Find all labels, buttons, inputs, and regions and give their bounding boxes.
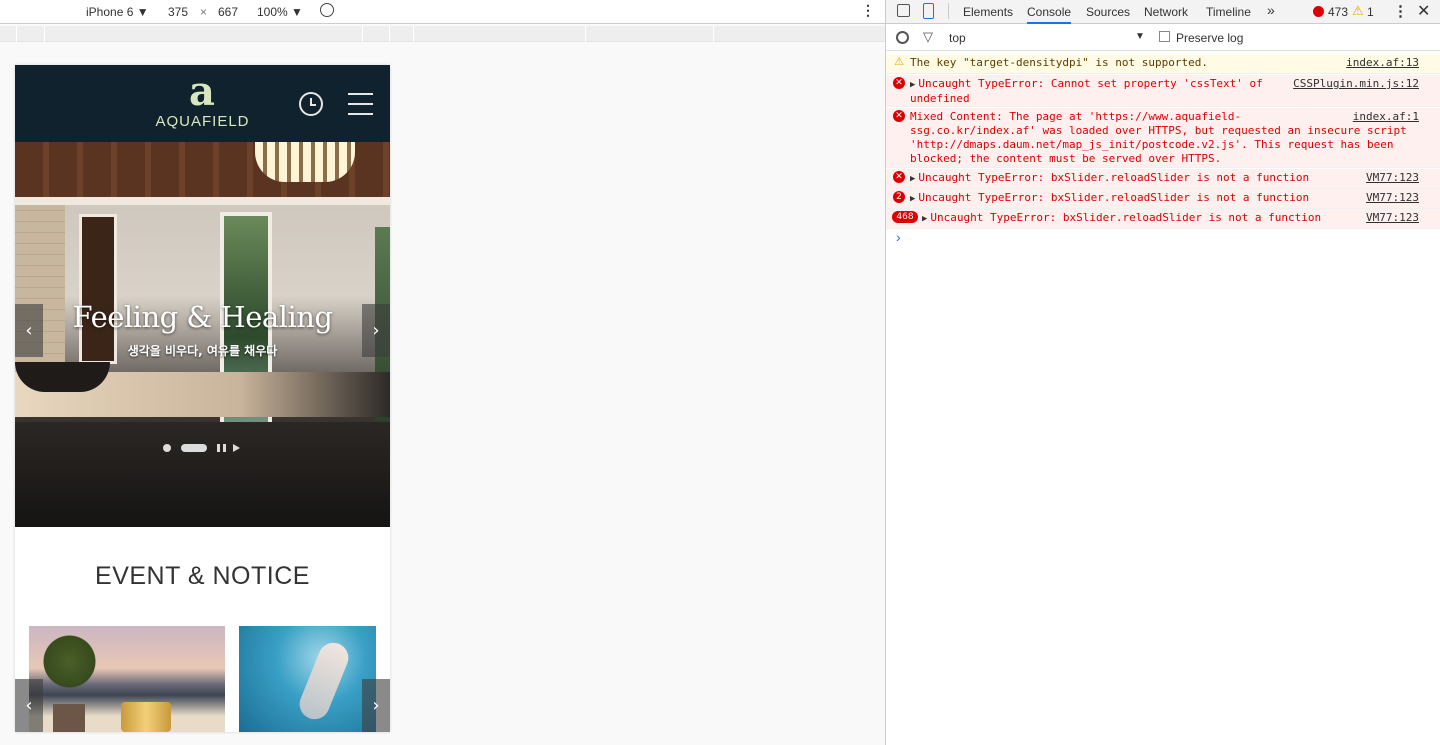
console-message-error: ✕ Mixed Content: The page at 'https://ww… bbox=[886, 108, 1440, 168]
preserve-log-checkbox[interactable] bbox=[1159, 31, 1170, 42]
play-icon[interactable] bbox=[233, 444, 240, 452]
hero-next-button[interactable]: › bbox=[362, 304, 390, 357]
device-toolbar: iPhone 6 ▼ 375 × 667 100% ▼ ⋮ bbox=[0, 0, 885, 24]
message-text[interactable]: ▶ Uncaught TypeError: bxSlider.reloadSlid… bbox=[922, 211, 1321, 226]
tab-sources[interactable]: Sources bbox=[1086, 5, 1130, 19]
tab-timeline[interactable]: Timeline bbox=[1206, 5, 1251, 19]
warning-icon: ⚠ bbox=[894, 55, 904, 68]
event-card-image[interactable] bbox=[29, 626, 225, 732]
preserve-log-label: Preserve log bbox=[1176, 31, 1244, 45]
context-dropdown-icon[interactable]: ▼ bbox=[1135, 31, 1145, 42]
warning-count[interactable]: 1 bbox=[1367, 5, 1374, 19]
message-body: Uncaught TypeError: bxSlider.reloadSlide… bbox=[918, 171, 1310, 184]
message-source-link[interactable]: VM77:123 bbox=[1366, 171, 1419, 185]
message-source-link[interactable]: VM77:123 bbox=[1366, 211, 1419, 225]
logo-text[interactable]: AQUAFIELD bbox=[145, 113, 260, 130]
message-text[interactable]: ▶ Uncaught TypeError: bxSlider.reloadSlid… bbox=[910, 191, 1309, 206]
olive-tree bbox=[37, 634, 102, 689]
menu-icon[interactable] bbox=[348, 93, 373, 115]
tab-elements[interactable]: Elements bbox=[963, 5, 1013, 19]
more-options-icon[interactable]: ⋮ bbox=[861, 3, 875, 17]
site-header: a AQUAFIELD bbox=[15, 65, 390, 142]
height-input[interactable]: 667 bbox=[218, 5, 238, 19]
tab-divider bbox=[948, 3, 949, 19]
error-count-icon bbox=[1313, 6, 1324, 17]
devtools-tabbar: Elements Console Sources Network Timelin… bbox=[886, 0, 1440, 24]
rotate-icon[interactable] bbox=[320, 3, 334, 17]
device-name: iPhone 6 bbox=[86, 5, 134, 19]
event-card-image[interactable] bbox=[239, 626, 376, 732]
phone-viewport: a AQUAFIELD Feeling & Healing 생각을 비우다, 여… bbox=[15, 65, 390, 732]
warning-count-icon: ⚠ bbox=[1352, 3, 1364, 18]
device-toggle-icon[interactable] bbox=[923, 3, 934, 19]
slider-pager bbox=[163, 442, 243, 454]
message-source-link[interactable]: CSSPlugin.min.js:12 bbox=[1293, 77, 1419, 91]
console-message-error: 468 ▶ Uncaught TypeError: bxSlider.reload… bbox=[886, 209, 1440, 229]
hero-prev-button[interactable]: ‹ bbox=[15, 304, 43, 357]
expand-triangle-icon[interactable]: ▶ bbox=[910, 194, 915, 204]
message-body: Uncaught TypeError: bxSlider.reloadSlide… bbox=[918, 191, 1310, 204]
device-select[interactable]: iPhone 6 ▼ bbox=[86, 5, 149, 19]
pendant-light bbox=[255, 142, 355, 182]
media-query-ruler[interactable] bbox=[0, 26, 885, 42]
error-count[interactable]: 473 bbox=[1328, 5, 1348, 19]
expand-triangle-icon[interactable]: ▶ bbox=[910, 174, 915, 184]
repeat-count-badge: 468 bbox=[892, 211, 918, 223]
expand-triangle-icon[interactable]: ▶ bbox=[922, 214, 927, 224]
message-body: Uncaught TypeError: Cannot set property … bbox=[910, 77, 1263, 105]
error-icon: ✕ bbox=[893, 171, 905, 183]
device-emulation-pane: iPhone 6 ▼ 375 × 667 100% ▼ ⋮ a AQUAFIEL… bbox=[0, 0, 885, 745]
console-filter-bar: ▽ top ▼ Preserve log bbox=[886, 25, 1440, 51]
plant-pot bbox=[53, 704, 85, 732]
message-text[interactable]: ▶ Uncaught TypeError: bxSlider.reloadSlid… bbox=[910, 171, 1309, 186]
hero-title: Feeling & Healing bbox=[72, 300, 333, 334]
message-text: The key "target-densitydpi" is not suppo… bbox=[910, 56, 1209, 69]
message-source-link[interactable]: index.af:1 bbox=[1353, 110, 1419, 124]
inspect-icon[interactable] bbox=[897, 4, 910, 17]
zoom-value: 100% bbox=[257, 5, 288, 19]
logo-mark[interactable]: a bbox=[187, 72, 217, 112]
pager-dot-active[interactable] bbox=[181, 444, 207, 452]
expand-triangle-icon[interactable]: ▶ bbox=[910, 80, 915, 90]
section-title: EVENT & NOTICE bbox=[95, 562, 310, 590]
console-prompt[interactable]: › bbox=[896, 229, 901, 245]
message-source-link[interactable]: VM77:123 bbox=[1366, 191, 1419, 205]
swimmer bbox=[295, 638, 353, 724]
tab-network[interactable]: Network bbox=[1144, 5, 1188, 19]
console-message-warning: ⚠ The key "target-densitydpi" is not sup… bbox=[886, 54, 1440, 74]
pager-dot[interactable] bbox=[163, 444, 171, 452]
hero-slider: Feeling & Healing 생각을 비우다, 여유를 채우다 ‹ › bbox=[15, 142, 390, 527]
close-devtools-icon[interactable]: ✕ bbox=[1417, 1, 1430, 21]
wall-band bbox=[15, 197, 390, 205]
clock-icon[interactable] bbox=[299, 92, 323, 116]
pause-icon-bar bbox=[223, 444, 226, 452]
tab-console[interactable]: Console bbox=[1027, 5, 1072, 24]
width-input[interactable]: 375 bbox=[168, 5, 188, 19]
clear-console-icon[interactable] bbox=[896, 31, 909, 44]
pool-reflection bbox=[15, 422, 390, 527]
devtools-menu-icon[interactable]: ⋮ bbox=[1393, 2, 1408, 20]
message-body: Uncaught TypeError: bxSlider.reloadSlide… bbox=[930, 211, 1322, 224]
context-select[interactable]: top bbox=[949, 31, 966, 45]
devtools-panel: Elements Console Sources Network Timelin… bbox=[885, 0, 1440, 745]
console-message-error: ✕ ▶ Uncaught TypeError: bxSlider.reloadSl… bbox=[886, 169, 1440, 189]
dimension-separator: × bbox=[200, 5, 208, 19]
error-icon: ✕ bbox=[893, 77, 905, 89]
event-prev-button[interactable]: ‹ bbox=[15, 679, 43, 732]
message-text: Mixed Content: The page at 'https://www.… bbox=[910, 110, 1407, 165]
console-message-error: 2 ▶ Uncaught TypeError: bxSlider.reloadSl… bbox=[886, 189, 1440, 209]
more-tabs-icon[interactable]: » bbox=[1267, 2, 1275, 18]
zoom-select[interactable]: 100% ▼ bbox=[257, 5, 303, 19]
console-message-error: ✕ ▶ Uncaught TypeError: Cannot set proper… bbox=[886, 75, 1440, 107]
error-icon: ✕ bbox=[893, 110, 905, 122]
event-next-button[interactable]: › bbox=[362, 679, 390, 732]
hero-subtitle: 생각을 비우다, 여유를 채우다 bbox=[127, 344, 278, 358]
message-text[interactable]: ▶ Uncaught TypeError: Cannot set property… bbox=[910, 77, 1263, 106]
repeat-count-badge: 2 bbox=[893, 191, 905, 203]
basin-bowl bbox=[15, 362, 110, 392]
message-source-link[interactable]: index.af:13 bbox=[1346, 56, 1419, 70]
filter-icon[interactable]: ▽ bbox=[923, 29, 933, 45]
wine-glasses bbox=[121, 702, 171, 732]
pause-icon[interactable] bbox=[217, 444, 220, 452]
